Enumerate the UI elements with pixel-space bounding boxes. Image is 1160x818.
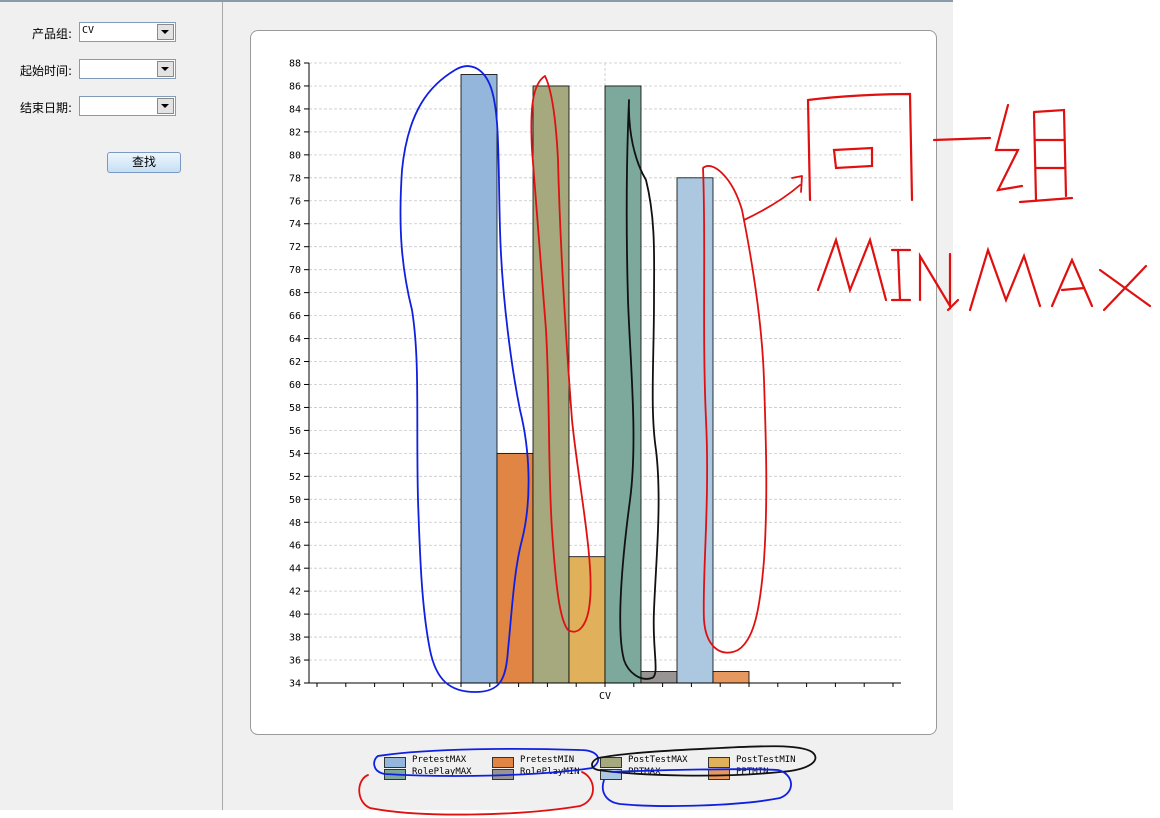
y-tick-label: 36 (289, 656, 301, 667)
bar-pretestmin (496, 452, 534, 684)
y-tick-label: 50 (289, 495, 301, 506)
y-tick-label: 86 (289, 81, 301, 92)
y-tick-label: 34 (289, 679, 301, 690)
start-time-label: 起始时间: (19, 64, 72, 78)
y-tick-label: 82 (289, 127, 301, 138)
filter-sidebar: 产品组: CV 起始时间: 结束日期: 查找 (0, 2, 223, 810)
y-tick-label: 74 (289, 219, 301, 230)
legend-label: PPTMAX (628, 767, 661, 777)
start-time-select[interactable] (79, 59, 176, 79)
product-group-row: 产品组: CV (0, 22, 222, 44)
y-tick-label: 38 (289, 633, 301, 644)
bar-chart: 34 36 38 40 42 44 46 48 50 52 54 56 58 60 62 64 66 68 70 72… (289, 59, 901, 702)
y-tick-label: 84 (289, 104, 301, 115)
y-tick-label: 52 (289, 472, 301, 483)
legend-label: RolePlayMAX (412, 767, 472, 777)
y-tick-label: 72 (289, 242, 301, 253)
search-button[interactable]: 查找 (107, 152, 181, 173)
y-tick-label: 88 (289, 59, 301, 70)
y-tick-label: 54 (289, 449, 301, 460)
legend-swatch (600, 769, 622, 780)
y-tick-label: 76 (289, 196, 301, 207)
product-group-select[interactable]: CV (79, 22, 176, 42)
y-tick-label: 58 (289, 403, 301, 414)
chart-panel: 34 36 38 40 42 44 46 48 50 52 54 56 58 60 62 64 66 68 70 72… (250, 30, 937, 735)
chevron-down-icon[interactable] (157, 24, 174, 40)
chart-legend: PretestMAX PretestMIN PostTestMAX PostTestM… (378, 755, 810, 786)
legend-swatch (492, 769, 514, 780)
app-window: 产品组: CV 起始时间: 结束日期: 查找 34 36 38 40 42 44 46 48 5… (0, 0, 953, 810)
end-date-label: 结束日期: (19, 101, 72, 115)
legend-swatch (708, 757, 730, 768)
y-tick-label: 70 (289, 265, 301, 276)
y-tick-label: 46 (289, 541, 301, 552)
bar-posttestmax (532, 85, 570, 684)
y-tick-label: 68 (289, 288, 301, 299)
product-group-value: CV (82, 25, 95, 36)
legend-swatch (708, 769, 730, 780)
legend-label: PretestMAX (412, 755, 467, 765)
y-tick-label: 62 (289, 357, 301, 368)
y-tick-label: 66 (289, 311, 301, 322)
end-date-row: 结束日期: (0, 96, 222, 118)
bar-pretestmax (460, 74, 498, 684)
y-tick-label: 78 (289, 173, 301, 184)
end-date-select[interactable] (79, 96, 176, 116)
y-tick-label: 40 (289, 610, 301, 621)
bar-pptmax (676, 177, 714, 684)
y-tick-label: 48 (289, 518, 301, 529)
legend-label: PPTMIN (736, 767, 769, 777)
y-tick-label: 80 (289, 150, 301, 161)
legend-label: PostTestMAX (628, 755, 688, 765)
y-tick-label: 64 (289, 334, 301, 345)
bar-pptmin (712, 671, 750, 684)
product-group-label: 产品组: (31, 27, 72, 41)
y-tick-label: 60 (289, 380, 301, 391)
legend-swatch (492, 757, 514, 768)
y-tick-label: 44 (289, 564, 301, 575)
bar-roleplaymax (604, 85, 642, 684)
legend-swatch (384, 757, 406, 768)
chevron-down-icon[interactable] (157, 61, 174, 77)
x-tick-label: CV (599, 691, 611, 702)
y-tick-label: 56 (289, 426, 301, 437)
start-time-row: 起始时间: (0, 59, 222, 81)
legend-label: PretestMIN (520, 755, 575, 765)
legend-label: PostTestMIN (736, 755, 796, 765)
legend-swatch (384, 769, 406, 780)
legend-swatch (600, 757, 622, 768)
bar-roleplaymin (640, 671, 678, 684)
chevron-down-icon[interactable] (157, 98, 174, 114)
bar-posttestmin (568, 556, 606, 684)
y-tick-label: 42 (289, 587, 301, 598)
legend-label: RolePlayMIN (520, 767, 580, 777)
